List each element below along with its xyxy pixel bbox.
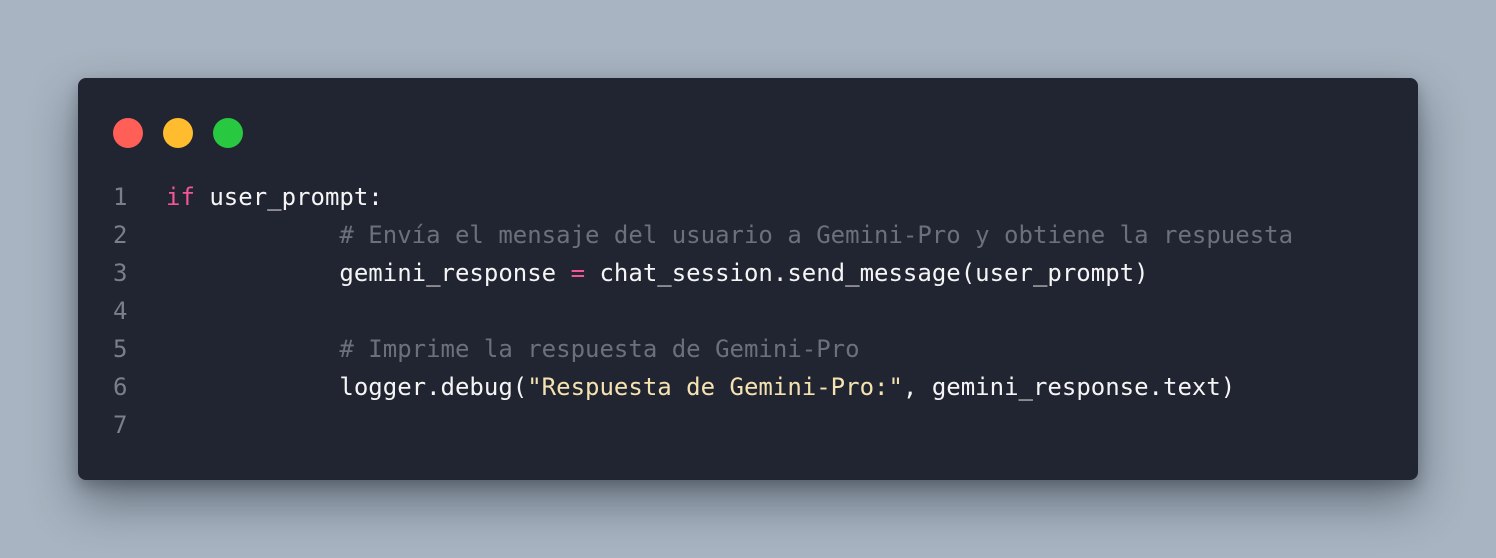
code-line: 7 [78, 406, 1418, 444]
line-content: logger.debug("Respuesta de Gemini-Pro:",… [166, 368, 1235, 406]
line-number: 5 [113, 335, 128, 363]
code-block: 1 if user_prompt: 2 # Envía el mensaje del… [78, 178, 1418, 444]
line-content: # Envía el mensaje del usuario a Gemini-… [166, 216, 1293, 254]
code-window: 1 if user_prompt: 2 # Envía el mensaje del… [78, 78, 1418, 480]
code-text: , gemini_response.text) [902, 373, 1236, 401]
line-number: 7 [113, 411, 128, 439]
code-text: chat_session.send_message(user_prompt) [585, 259, 1149, 287]
code-keyword: if [166, 183, 195, 211]
line-content: # Imprime la respuesta de Gemini-Pro [166, 330, 860, 368]
code-line: 1 if user_prompt: [78, 178, 1418, 216]
line-number: 6 [113, 373, 128, 401]
line-number: 1 [113, 183, 128, 211]
code-text: user_prompt: [194, 183, 383, 211]
window-controls [113, 118, 243, 148]
code-line: 4 [78, 292, 1418, 330]
minimize-dot[interactable] [163, 118, 193, 148]
code-comment: # Envía el mensaje del usuario a Gemini-… [166, 221, 1294, 249]
code-text: gemini_response [166, 259, 571, 287]
line-content: if user_prompt: [166, 178, 383, 216]
code-text: logger.debug( [166, 373, 528, 401]
code-line: 2 # Envía el mensaje del usuario a Gemin… [78, 216, 1418, 254]
code-comment: # Imprime la respuesta de Gemini-Pro [166, 335, 860, 363]
line-number: 4 [113, 297, 128, 325]
code-operator: = [570, 259, 586, 287]
code-line: 6 logger.debug("Respuesta de Gemini-Pro:… [78, 368, 1418, 406]
line-number: 3 [113, 259, 128, 287]
line-number: 2 [113, 221, 128, 249]
code-line: 3 gemini_response = chat_session.send_me… [78, 254, 1418, 292]
code-string: "Respuesta de Gemini-Pro:" [527, 373, 903, 401]
code-line: 5 # Imprime la respuesta de Gemini-Pro [78, 330, 1418, 368]
maximize-dot[interactable] [213, 118, 243, 148]
line-content: gemini_response = chat_session.send_mess… [166, 254, 1149, 292]
close-dot[interactable] [113, 118, 143, 148]
